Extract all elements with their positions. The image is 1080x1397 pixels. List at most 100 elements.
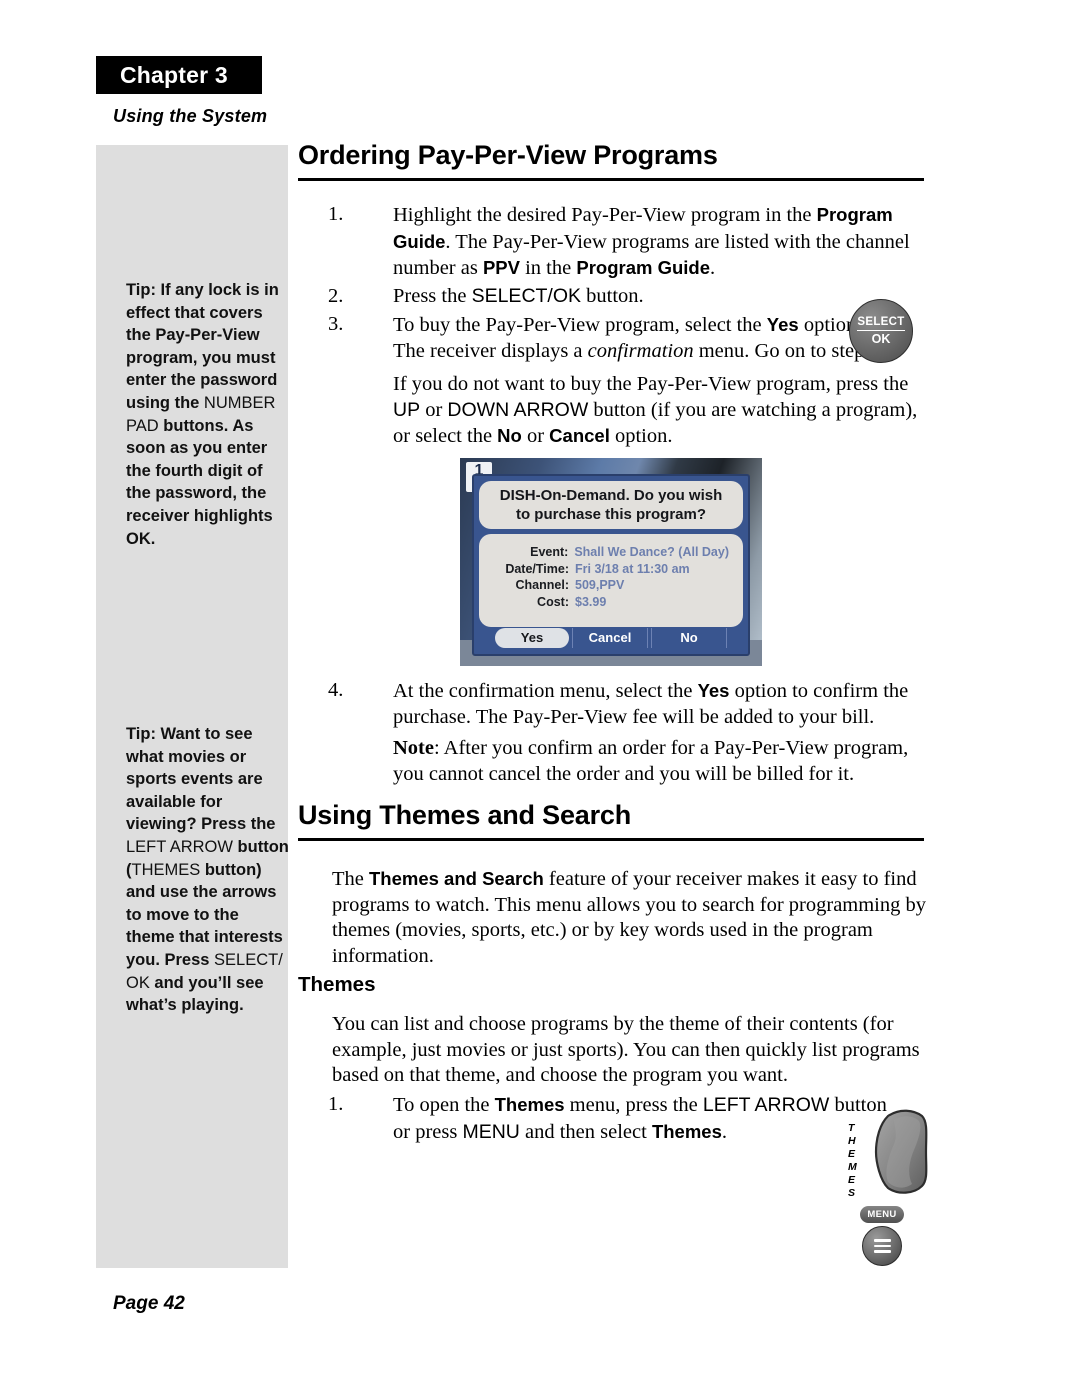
ok-label: OK bbox=[871, 332, 891, 346]
text-run: in the bbox=[519, 257, 577, 280]
themes-letter: M bbox=[848, 1161, 858, 1173]
dish-on-demand-dialog: DISH-On-Demand. Do you wish to purchase … bbox=[472, 474, 750, 656]
step-item-3: 3. To buy the Pay-Per-View program, sele… bbox=[328, 312, 888, 364]
step-item-3-continuation: If you do not want to buy the Pay-Per-Vi… bbox=[328, 372, 928, 450]
button-name-menu: MENU bbox=[462, 1120, 520, 1143]
text-run: . bbox=[710, 257, 716, 280]
dialog-headline-line-1: DISH-On-Demand. Do you wish bbox=[499, 487, 723, 504]
text-run: Highlight the desired Pay-Per-View progr… bbox=[393, 204, 817, 226]
step-number: 1. bbox=[328, 203, 344, 225]
note-label: Note bbox=[393, 737, 434, 759]
text-run: To open the bbox=[393, 1094, 495, 1116]
button-name-up: UP bbox=[393, 398, 421, 421]
hamburger-bar bbox=[873, 1239, 891, 1242]
dialog-cancel-button[interactable]: Cancel bbox=[572, 628, 648, 648]
select-label: SELECT bbox=[857, 316, 905, 331]
step-number: 4. bbox=[328, 679, 344, 701]
note-block: Note: After you confirm an order for a P… bbox=[328, 736, 928, 787]
step-item-4: 4. At the confirmation menu, select the … bbox=[328, 678, 928, 730]
tip-callout-lock: Tip: If any lock is in effect that cover… bbox=[126, 279, 291, 550]
themes-letter: E bbox=[848, 1148, 856, 1160]
tip-text-part: buttons. As soon as you enter the fourth… bbox=[126, 416, 273, 548]
page-number-footer: Page 42 bbox=[113, 1293, 185, 1314]
chapter-subtitle: Using the System bbox=[113, 106, 268, 126]
themes-vertical-label: T H E M E S bbox=[848, 1122, 857, 1200]
detail-row: Date/Time: Fri 3/18 at 11:30 am bbox=[485, 561, 729, 578]
detail-key: Date/Time: bbox=[505, 561, 569, 576]
dialog-no-button[interactable]: No bbox=[651, 628, 727, 648]
dialog-button-row: Yes Cancel No bbox=[479, 627, 743, 649]
tip-callout-themes: Tip: Want to see what movies or sports e… bbox=[126, 723, 291, 1017]
detail-value: Fri 3/18 at 11:30 am bbox=[575, 561, 690, 576]
menu-button-graphic: MENU bbox=[855, 1206, 925, 1268]
themes-button-graphic: T H E M E S bbox=[842, 1106, 952, 1206]
term-themes: Themes bbox=[651, 1120, 722, 1142]
themes-letter: S bbox=[848, 1187, 856, 1199]
step-text: Press the SELECT/OK button. bbox=[393, 284, 928, 310]
text-run: : After you confirm an order for a Pay-P… bbox=[393, 737, 909, 785]
text-run: The bbox=[332, 868, 369, 890]
text-run: To buy the Pay-Per-View program, select … bbox=[393, 314, 767, 336]
step-text: Highlight the desired Pay-Per-View progr… bbox=[393, 202, 928, 282]
term-cancel: Cancel bbox=[549, 425, 610, 447]
step-item-2: 2. Press the SELECT/OK button. bbox=[328, 284, 928, 310]
detail-key: Channel: bbox=[515, 578, 569, 592]
term-ppv: PPV bbox=[482, 257, 520, 279]
text-run: and then select bbox=[519, 1120, 652, 1143]
subsection-heading-themes: Themes bbox=[298, 973, 376, 996]
text-run: button. bbox=[581, 285, 644, 307]
dialog-yes-button[interactable]: Yes bbox=[495, 628, 569, 648]
term-no: No bbox=[497, 425, 522, 447]
section-heading-themes: Using Themes and Search bbox=[298, 800, 924, 841]
term-yes: Yes bbox=[766, 314, 799, 335]
paragraph-text: You can list and choose programs by the … bbox=[332, 1013, 920, 1087]
text-run: If you do not want to buy the Pay-Per-Vi… bbox=[393, 373, 909, 395]
text-run: option. bbox=[609, 425, 673, 448]
menu-label: MENU bbox=[860, 1206, 904, 1223]
term-program-guide: Program Guide bbox=[576, 257, 710, 279]
chapter-banner: Chapter 3 bbox=[96, 56, 262, 94]
detail-value: 509,PPV bbox=[575, 578, 625, 592]
step-text: At the confirmation menu, select the Yes… bbox=[393, 678, 928, 730]
hamburger-bar bbox=[873, 1244, 891, 1248]
step-number: 2. bbox=[328, 285, 344, 307]
detail-row: Event: Shall We Dance? (All Day) bbox=[485, 544, 729, 561]
detail-key: Cost: bbox=[537, 594, 569, 609]
themes-step-item-1: 1. To open the Themes menu, press the LE… bbox=[328, 1092, 888, 1145]
detail-value: Shall We Dance? (All Day) bbox=[574, 545, 729, 559]
tips-sidebar: Tip: If any lock is in effect that cover… bbox=[96, 145, 291, 1268]
note-text: Note: After you confirm an order for a P… bbox=[393, 736, 928, 787]
step-text: To open the Themes menu, press the LEFT … bbox=[393, 1092, 888, 1145]
dialog-details-panel: Event: Shall We Dance? (All Day) Date/Ti… bbox=[479, 534, 743, 627]
section-heading-ordering: Ordering Pay-Per-View Programs bbox=[298, 140, 924, 181]
text-run: At the confirmation menu, select the bbox=[393, 680, 698, 702]
dialog-headline: DISH-On-Demand. Do you wish to purchase … bbox=[479, 481, 743, 529]
step-text: If you do not want to buy the Pay-Per-Vi… bbox=[393, 372, 928, 450]
step-number: 3. bbox=[328, 313, 344, 335]
button-name-left-arrow: LEFT ARROW bbox=[702, 1094, 830, 1116]
step-item-1: 1. Highlight the desired Pay-Per-View pr… bbox=[328, 202, 928, 282]
themes-letter: E bbox=[848, 1174, 856, 1186]
text-run: Press the bbox=[393, 285, 472, 307]
tip-text-part: LEFT ARROW bbox=[126, 837, 233, 856]
tip-text-part: Tip: If any lock is in effect that cover… bbox=[126, 281, 279, 412]
text-run: menu, press the bbox=[564, 1094, 703, 1116]
detail-key: Event: bbox=[530, 545, 569, 559]
term-themes: Themes bbox=[494, 1094, 565, 1115]
detail-value: $3.99 bbox=[575, 594, 607, 609]
themes-letter: H bbox=[848, 1135, 857, 1147]
detail-row: Channel: 509,PPV bbox=[485, 577, 729, 594]
paragraph-text: The Themes and Search feature of your re… bbox=[332, 866, 932, 969]
select-ok-button-graphic: SELECT OK bbox=[849, 299, 913, 363]
term-confirmation: confirmation bbox=[587, 339, 694, 362]
text-run: or bbox=[521, 425, 550, 448]
tip-text-part: THEMES bbox=[131, 860, 201, 879]
dialog-headline-line-2: to purchase this program? bbox=[515, 506, 707, 523]
button-name-select-ok: SELECT/OK bbox=[471, 285, 582, 307]
term-themes-and-search: Themes and Search bbox=[369, 868, 544, 889]
hamburger-icon bbox=[862, 1226, 902, 1266]
step-text: To buy the Pay-Per-View program, select … bbox=[393, 312, 888, 364]
tv-screenshot-confirmation-dialog: 1 DISH-On-Demand. Do you wish to purchas… bbox=[460, 458, 762, 666]
themes-letter: T bbox=[848, 1122, 855, 1134]
text-run: or bbox=[420, 398, 448, 421]
